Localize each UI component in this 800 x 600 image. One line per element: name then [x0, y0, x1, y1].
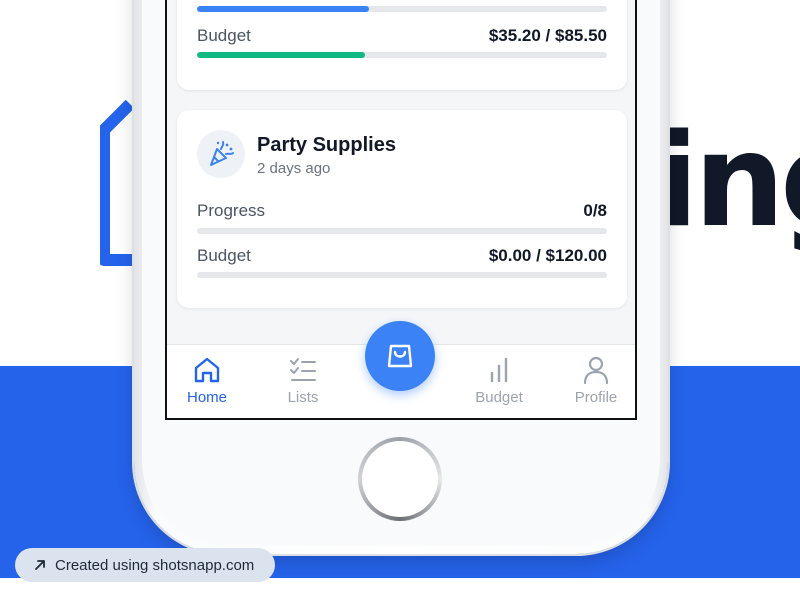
budget-bar — [197, 272, 607, 278]
progress-bar — [197, 6, 607, 12]
progress-bar-fill — [197, 6, 370, 12]
list-card-party-supplies[interactable]: Party Supplies 2 days ago Progress 0/8 B… — [177, 110, 627, 308]
shopping-fab-button[interactable] — [365, 321, 435, 391]
budget-value: $0.00 / $120.00 — [488, 246, 607, 265]
tab-budget[interactable]: Budget — [459, 355, 539, 409]
list-title: Party Supplies — [257, 134, 396, 156]
phone-home-button-face — [362, 441, 438, 517]
home-icon — [194, 357, 220, 383]
budget-label: Budget — [197, 26, 251, 45]
budget-bar-fill — [197, 52, 366, 58]
list-card[interactable]: Budget $35.20 / $85.50 — [177, 0, 627, 90]
tab-budget-label: Budget — [475, 389, 523, 406]
list-timestamp: 2 days ago — [257, 160, 331, 177]
party-popper-icon — [210, 141, 234, 166]
arrow-up-right-icon — [35, 560, 45, 570]
tab-home-label: Home — [186, 389, 227, 406]
background-word-fragment: ing — [655, 107, 800, 256]
progress-bar — [197, 228, 607, 234]
list-icon-badge — [197, 130, 245, 178]
bottom-tab-bar: Home Lists Budget Profile — [167, 321, 635, 418]
stage: ing Budget $35.20 / $85.50 — [0, 0, 800, 600]
tab-lists-label: Lists — [287, 389, 319, 406]
budget-value: $35.20 / $85.50 — [488, 26, 607, 45]
phone-home-button[interactable] — [358, 437, 442, 521]
tab-profile[interactable]: Profile — [556, 355, 635, 409]
tab-home[interactable]: Home — [167, 355, 247, 409]
tab-lists[interactable]: Lists — [263, 355, 343, 409]
phone-screen: Budget $35.20 / $85.50 Party Supplies 2 — [165, 0, 637, 420]
credit-text: Created using shotsnapp.com — [55, 556, 255, 574]
credit-badge[interactable]: Created using shotsnapp.com — [15, 548, 275, 582]
user-icon — [583, 356, 609, 385]
bar-chart-icon — [490, 357, 508, 383]
budget-label: Budget — [197, 246, 251, 265]
tab-profile-label: Profile — [574, 389, 618, 406]
shopping-bag-icon — [387, 344, 413, 368]
progress-value: 0/8 — [583, 201, 607, 220]
progress-label: Progress — [197, 201, 266, 220]
budget-bar — [197, 52, 607, 58]
checklist-icon — [290, 358, 316, 381]
